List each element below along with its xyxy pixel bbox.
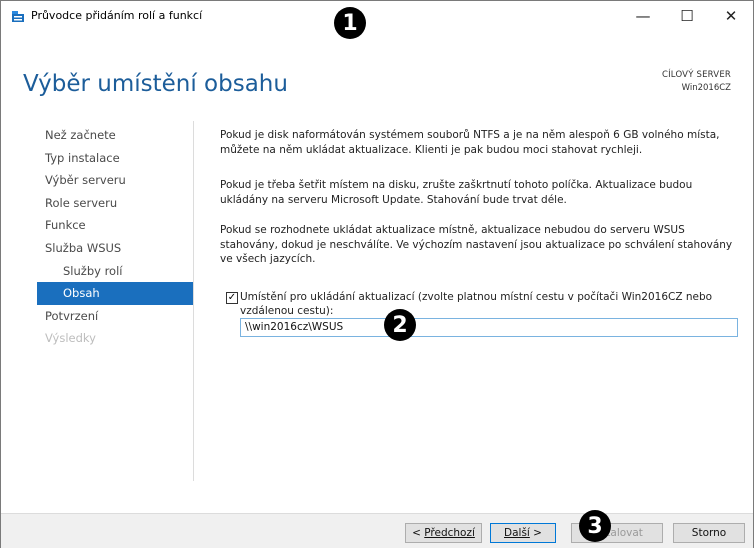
next-suffix: > [529, 527, 542, 539]
nav-item-installation-type[interactable]: Typ instalace [37, 147, 193, 170]
close-icon: ✕ [724, 7, 738, 25]
info-paragraph-approval: Pokud se rozhodnete ukládat aktualizace … [220, 224, 733, 265]
nav-item-features[interactable]: Funkce [37, 214, 193, 237]
title-bar[interactable]: Průvodce přidáním rolí a funkcí — ☐ ✕ [1, 1, 753, 31]
maximize-icon: ☐ [680, 7, 694, 25]
target-server-label: CÍLOVÝ SERVER [661, 70, 731, 80]
close-button[interactable]: ✕ [709, 1, 753, 31]
minimize-button[interactable]: — [621, 1, 665, 31]
maximize-button[interactable]: ☐ [665, 1, 709, 31]
minimize-icon: — [635, 7, 651, 25]
page-title: Výběr umístění obsahu [23, 71, 288, 97]
store-updates-checkbox[interactable]: ✓ [226, 292, 238, 304]
next-button[interactable]: Další > [490, 523, 556, 543]
callout-marker-2: 2 [384, 309, 416, 341]
info-paragraph-ntfs: Pokud je disk naformátován systémem soub… [220, 129, 720, 156]
nav-item-role-services[interactable]: Služby rolí [37, 260, 193, 283]
info-paragraph-microsoft-update: Pokud je třeba šetřit místem na disku, z… [220, 179, 693, 206]
nav-divider [193, 121, 194, 481]
previous-button[interactable]: < Předchozí [405, 523, 482, 543]
wizard-footer: < Předchozí Další > Instalovat Storno [1, 513, 753, 548]
store-updates-label[interactable]: Umístění pro ukládání aktualizací (zvolt… [240, 290, 720, 318]
wizard-navigation: Než začnete Typ instalace Výběr serveru … [37, 124, 193, 350]
content-path-input[interactable] [240, 318, 738, 337]
nav-item-server-roles[interactable]: Role serveru [37, 192, 193, 215]
previous-prefix: < [412, 527, 425, 539]
wizard-window: Průvodce přidáním rolí a funkcí — ☐ ✕ Vý… [0, 0, 754, 548]
server-manager-icon [12, 11, 24, 22]
target-server: CÍLOVÝ SERVER Win2016CZ [662, 69, 731, 95]
callout-marker-3: 3 [579, 510, 611, 542]
callout-marker-1: 1 [334, 7, 366, 39]
cancel-button[interactable]: Storno [673, 523, 745, 543]
window-title: Průvodce přidáním rolí a funkcí [31, 9, 203, 22]
nav-item-confirmation[interactable]: Potvrzení [37, 305, 193, 328]
target-server-value: Win2016CZ [681, 83, 731, 93]
previous-label: Předchozí [424, 527, 475, 539]
next-label: Další [504, 527, 530, 539]
nav-item-wsus[interactable]: Služba WSUS [37, 237, 193, 260]
nav-item-results: Výsledky [45, 331, 96, 346]
nav-item-content[interactable]: Obsah [37, 282, 193, 305]
nav-item-server-selection[interactable]: Výběr serveru [37, 169, 193, 192]
nav-item-before-you-begin[interactable]: Než začnete [37, 124, 193, 147]
